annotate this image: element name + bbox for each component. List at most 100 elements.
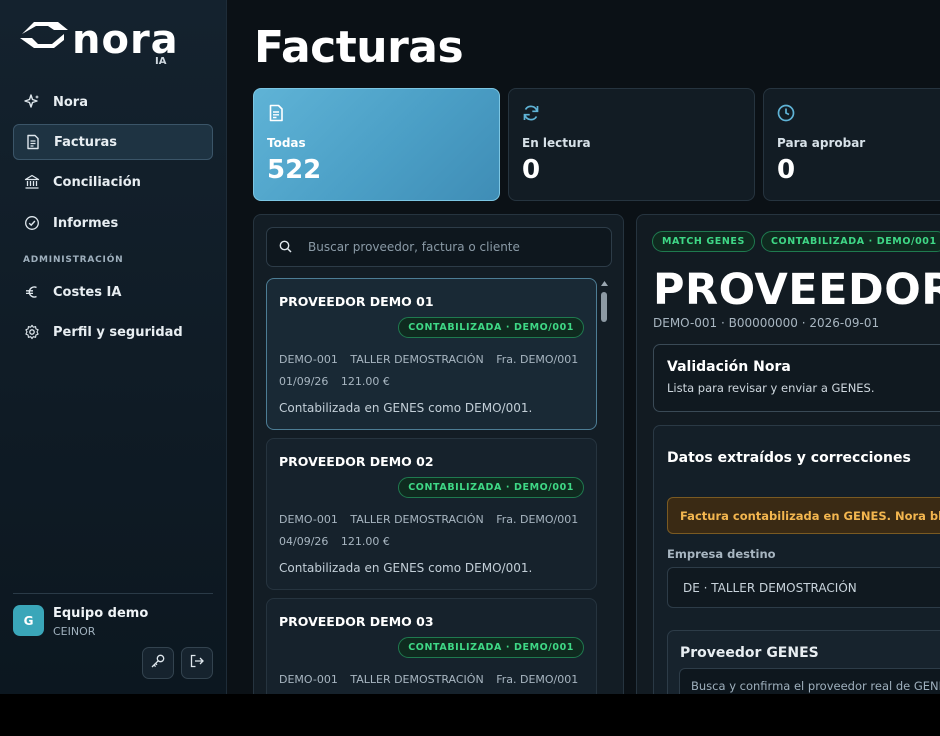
gear-icon — [23, 323, 41, 341]
sidebar-item-label: Perfil y seguridad — [53, 324, 183, 340]
status-badge: CONTABILIZADA · DEMO/001 — [398, 637, 584, 658]
invoice-detail-panel: MATCH GENES CONTABILIZADA · DEMO/001 PRO… — [636, 214, 940, 694]
company-select[interactable]: DE · TALLER DEMOSTRACIÓN — [667, 567, 940, 608]
page-title: Facturas — [254, 22, 464, 73]
detail-subtitle: DEMO-001 · B00000000 · 2026-09-01 — [653, 316, 880, 330]
invoice-amount: 121.00 € — [340, 375, 390, 388]
sidebar-section-label: ADMINISTRACIÓN — [23, 255, 124, 265]
provider-genes-title: Proveedor GENES — [680, 645, 819, 661]
invoice-number: Fra. DEMO/001 — [496, 513, 579, 526]
locked-alert: Factura contabilizada en GENES. Nora blo… — [667, 497, 940, 534]
company-field-label: Empresa destino — [667, 547, 776, 561]
scroll-up-arrow-icon[interactable] — [600, 280, 609, 287]
extracted-data-section: Datos extraídos y correcciones Factura c… — [653, 425, 940, 694]
document-icon — [24, 133, 42, 151]
check-circle-icon — [23, 214, 41, 232]
detail-title: PROVEEDOR DEMO 01 — [653, 265, 940, 315]
invoice-list-panel: PROVEEDOR DEMO 01 CONTABILIZADA · DEMO/0… — [253, 214, 624, 694]
sidebar-item-label: Facturas — [54, 134, 117, 150]
match-genes-tag: MATCH GENES — [652, 231, 755, 252]
sidebar-item-label: Costes IA — [53, 284, 122, 300]
sidebar-item-label: Nora — [53, 94, 88, 110]
invoice-code: DEMO-001 — [279, 513, 338, 526]
nora-logo-mark-icon — [20, 22, 68, 48]
sidebar-item-costes-ia[interactable]: Costes IA — [13, 274, 213, 310]
bank-icon — [23, 173, 41, 191]
search-input[interactable] — [308, 240, 598, 254]
sidebar-item-facturas[interactable]: Facturas — [13, 124, 213, 160]
euro-icon — [23, 283, 41, 301]
invoice-meta: DEMO-001 TALLER DEMOSTRACIÓN Fra. DEMO/0… — [279, 353, 587, 366]
search-icon — [279, 238, 292, 257]
search-box — [266, 227, 612, 267]
status-badge: CONTABILIZADA · DEMO/001 — [398, 317, 584, 338]
sidebar-divider — [13, 593, 213, 594]
stat-label: En lectura — [522, 136, 591, 150]
sidebar-item-label: Conciliación — [53, 174, 141, 190]
key-button[interactable] — [142, 647, 174, 679]
sidebar-item-conciliacion[interactable]: Conciliación — [13, 164, 213, 200]
validation-title: Validación Nora — [667, 359, 791, 375]
logo-suffix: IA — [155, 56, 167, 67]
invoice-company: TALLER DEMOSTRACIÓN — [350, 673, 484, 686]
invoice-number: Fra. DEMO/001 — [496, 673, 579, 686]
invoice-number: Fra. DEMO/001 — [496, 353, 579, 366]
invoice-meta: DEMO-001 TALLER DEMOSTRACIÓN Fra. DEMO/0… — [279, 513, 587, 526]
provider-genes-box: Proveedor GENES — [667, 630, 940, 694]
key-icon — [150, 653, 166, 673]
sidebar-item-label: Informes — [53, 215, 119, 231]
app-window: nora IA Nora Facturas Conciliación Infor… — [0, 0, 940, 694]
invoice-meta: DEMO-001 TALLER DEMOSTRACIÓN Fra. DEMO/0… — [279, 673, 587, 686]
clock-icon — [777, 104, 795, 122]
invoice-meta-2: 04/09/26 121.00 € — [279, 535, 399, 548]
provider-search-box — [679, 668, 940, 694]
stat-value: 0 — [522, 155, 541, 185]
detail-tags: MATCH GENES CONTABILIZADA · DEMO/001 — [652, 231, 940, 252]
logout-button[interactable] — [181, 647, 213, 679]
nora-logo[interactable]: nora IA — [18, 12, 178, 70]
invoice-company: TALLER DEMOSTRACIÓN — [350, 513, 484, 526]
stat-card-para-aprobar[interactable]: Para aprobar 0 — [763, 88, 940, 201]
avatar[interactable]: G — [13, 605, 44, 636]
document-icon — [269, 104, 283, 122]
logout-icon — [189, 653, 205, 673]
invoice-code: DEMO-001 — [279, 353, 338, 366]
stat-card-en-lectura[interactable]: En lectura 0 — [508, 88, 755, 201]
invoice-note: Contabilizada en GENES como DEMO/001. — [279, 561, 533, 575]
status-badge: CONTABILIZADA · DEMO/001 — [398, 477, 584, 498]
refresh-icon — [523, 105, 539, 121]
invoice-code: DEMO-001 — [279, 673, 338, 686]
validation-box: Validación Nora Lista para revisar y env… — [653, 344, 940, 412]
invoice-card[interactable]: PROVEEDOR DEMO 01 CONTABILIZADA · DEMO/0… — [266, 278, 597, 430]
sidebar: nora IA Nora Facturas Conciliación Infor… — [0, 0, 227, 694]
invoice-date: 04/09/26 — [279, 535, 329, 548]
sidebar-item-perfil-seguridad[interactable]: Perfil y seguridad — [13, 314, 213, 350]
invoice-supplier: PROVEEDOR DEMO 03 — [279, 614, 434, 629]
stat-value: 522 — [267, 155, 322, 185]
scroll-thumb[interactable] — [601, 292, 607, 322]
stat-card-todas[interactable]: Todas 522 — [253, 88, 500, 201]
invoice-date: 01/09/26 — [279, 375, 329, 388]
list-scrollbar[interactable] — [600, 280, 609, 694]
stat-value: 0 — [777, 155, 796, 185]
invoice-company: TALLER DEMOSTRACIÓN — [350, 353, 484, 366]
status-tag: CONTABILIZADA · DEMO/001 — [760, 231, 940, 252]
user-name: Equipo demo — [53, 606, 149, 621]
invoice-supplier: PROVEEDOR DEMO 02 — [279, 454, 434, 469]
invoice-supplier: PROVEEDOR DEMO 01 — [279, 294, 434, 309]
sparkle-icon — [23, 93, 41, 111]
invoice-note: Contabilizada en GENES como DEMO/001. — [279, 401, 533, 415]
screen-letterbox — [0, 694, 940, 736]
provider-search-input[interactable] — [691, 679, 940, 693]
sidebar-item-nora[interactable]: Nora — [13, 84, 213, 120]
user-org: CEINOR — [53, 625, 96, 638]
sidebar-item-informes[interactable]: Informes — [13, 205, 213, 241]
stat-label: Para aprobar — [777, 136, 866, 150]
stat-label: Todas — [267, 136, 306, 150]
section-heading: Datos extraídos y correcciones — [667, 450, 911, 466]
invoice-amount: 121.00 € — [340, 535, 390, 548]
invoice-meta-2: 01/09/26 121.00 € — [279, 375, 399, 388]
invoice-card[interactable]: PROVEEDOR DEMO 03 CONTABILIZADA · DEMO/0… — [266, 598, 597, 694]
invoice-card[interactable]: PROVEEDOR DEMO 02 CONTABILIZADA · DEMO/0… — [266, 438, 597, 590]
validation-text: Lista para revisar y enviar a GENES. — [667, 381, 875, 395]
